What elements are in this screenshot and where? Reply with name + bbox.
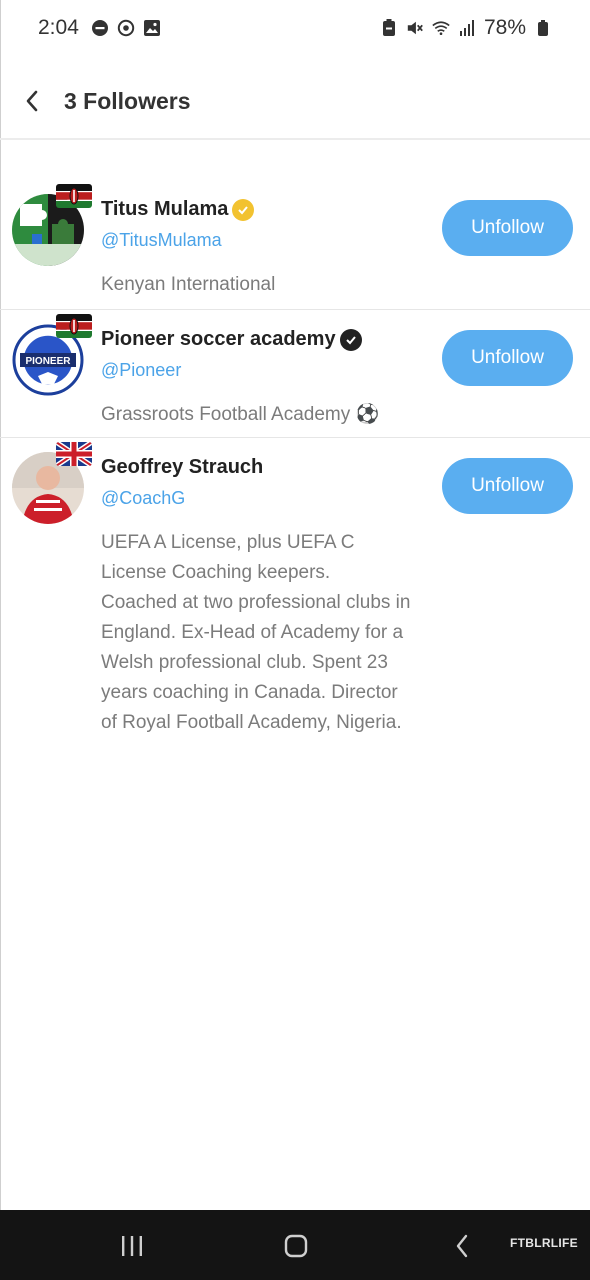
- chevron-left-icon[interactable]: [18, 87, 46, 115]
- status-time: 2:04: [38, 16, 79, 39]
- unfollow-button[interactable]: Unfollow: [442, 200, 573, 256]
- avatar-container: [12, 442, 92, 524]
- page-title: 3 Followers: [64, 87, 191, 114]
- follower-name[interactable]: Titus Mulama: [101, 198, 228, 221]
- battery-icon: [534, 19, 552, 37]
- follower-row[interactable]: Geoffrey Strauch @CoachG UEFA A License,…: [0, 438, 590, 818]
- name-line: Geoffrey Strauch: [101, 456, 263, 479]
- unfollow-button[interactable]: Unfollow: [442, 458, 573, 514]
- wifi-icon: [432, 19, 450, 37]
- follower-bio: Grassroots Football Academy ⚽: [101, 404, 380, 425]
- verified-badge-icon: [339, 328, 362, 351]
- battery-percent: 78%: [483, 16, 526, 39]
- verified-badge-icon: [232, 198, 255, 221]
- page-header: 3 Followers: [0, 64, 590, 140]
- unfollow-button[interactable]: Unfollow: [442, 330, 573, 386]
- status-left: 2:04: [38, 16, 161, 40]
- battery-saver-icon: [380, 19, 398, 37]
- follower-handle[interactable]: @Pioneer: [101, 360, 181, 381]
- signal-icon: [458, 19, 476, 37]
- avatar-container: PIONEER: [12, 314, 92, 396]
- follower-name[interactable]: Geoffrey Strauch: [101, 456, 263, 479]
- status-right: 78%: [380, 16, 552, 40]
- system-nav-bar: FTBLRLIFE: [0, 1210, 590, 1280]
- kenya-flag-icon: [56, 314, 92, 338]
- status-bar: 2:04 78%: [0, 0, 590, 56]
- name-line: Titus Mulama: [101, 198, 255, 221]
- follower-name[interactable]: Pioneer soccer academy: [101, 328, 336, 351]
- home-icon[interactable]: [280, 1230, 312, 1262]
- follower-handle[interactable]: @TitusMulama: [101, 230, 222, 251]
- follower-bio: Kenyan International: [101, 274, 276, 295]
- watermark-label: FTBLRLIFE: [509, 1236, 578, 1250]
- gauge-icon: [117, 19, 135, 37]
- minus-circle-icon: [91, 19, 109, 37]
- back-icon[interactable]: [446, 1230, 478, 1262]
- followers-list: Titus Mulama @TitusMulama Kenyan Interna…: [0, 180, 590, 818]
- uk-flag-icon: [56, 442, 92, 466]
- avatar-container: [12, 184, 92, 266]
- kenya-flag-icon: [56, 184, 92, 208]
- avatar-text: PIONEER: [25, 356, 71, 367]
- follower-handle[interactable]: @CoachG: [101, 488, 185, 509]
- follower-bio: UEFA A License, plus UEFA C License Coac…: [101, 532, 411, 733]
- follower-row[interactable]: Titus Mulama @TitusMulama Kenyan Interna…: [0, 180, 590, 310]
- follower-row[interactable]: PIONEER Pioneer soccer academy @Pioneer …: [0, 310, 590, 438]
- recent-apps-icon[interactable]: [116, 1230, 148, 1262]
- image-icon: [143, 19, 161, 37]
- mute-icon: [406, 19, 424, 37]
- name-line: Pioneer soccer academy: [101, 328, 362, 351]
